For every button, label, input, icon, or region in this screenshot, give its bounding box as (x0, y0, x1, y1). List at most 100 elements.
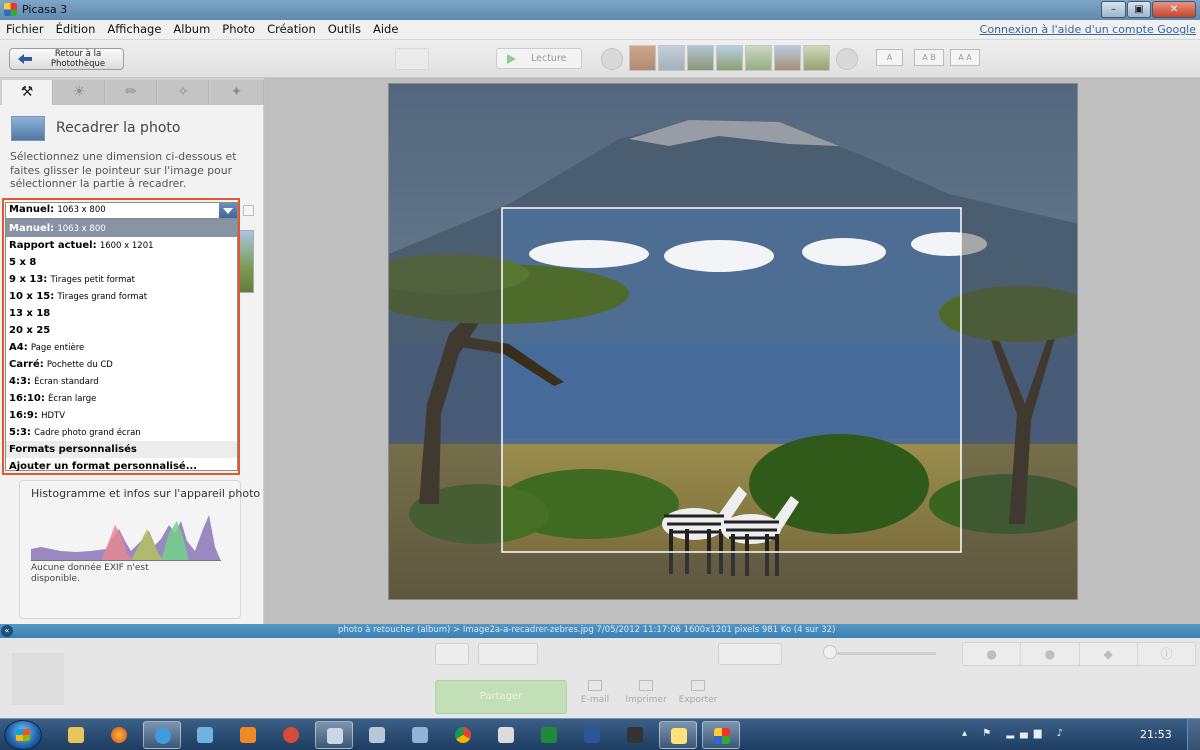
tab-effects[interactable]: ✏ (106, 80, 157, 105)
window-title: Picasa 3 (22, 3, 68, 16)
effects2-icon: ✦ (230, 84, 243, 100)
photo-canvas[interactable] (388, 83, 1078, 600)
export-icon (691, 680, 705, 691)
window-titlebar: Picasa 3 – ▣ ✕ (0, 0, 1200, 20)
media-icon (240, 727, 256, 743)
taskbar-picasa[interactable] (702, 721, 740, 749)
taskbar-firefox[interactable] (100, 721, 138, 749)
histogram-panel: Histogramme et infos sur l'appareil phot… (19, 480, 260, 619)
menu-aide[interactable]: Aide (367, 20, 404, 36)
location-pin-icon[interactable]: ● (1021, 643, 1080, 665)
taskbar-media[interactable] (229, 721, 267, 749)
taskbar-excel[interactable] (530, 721, 568, 749)
app-icon (327, 728, 343, 744)
taskbar-app-11[interactable] (487, 721, 525, 749)
caption-style-1-button[interactable]: A (876, 49, 903, 66)
play-icon (507, 54, 516, 64)
word-icon (584, 727, 600, 743)
print-button[interactable]: Imprimer (621, 680, 671, 705)
star-button[interactable] (435, 643, 469, 665)
tab-even-more-effects[interactable]: ✦ (210, 80, 264, 105)
google-help-link[interactable]: Connexion à l'aide d'un compte Google (980, 23, 1196, 36)
rotate-buttons[interactable] (478, 643, 538, 665)
filmstrip (629, 45, 830, 72)
sun-icon: ☀ (72, 84, 86, 100)
crop-preview-thumb (238, 230, 254, 293)
photo-info: photo à retoucher (album) > Image2a-a-re… (338, 625, 836, 635)
menu-photo[interactable]: Photo (216, 20, 261, 36)
back-to-library-button[interactable]: Retour à la Photothèque (9, 48, 124, 70)
taskbar-word[interactable] (573, 721, 611, 749)
menu-creation[interactable]: Création (261, 20, 322, 36)
firefox-icon (111, 727, 127, 743)
tab-more-effects[interactable]: ✧ (158, 80, 209, 105)
zoom-slider-knob[interactable] (823, 645, 837, 659)
filmstrip-thumb[interactable] (629, 45, 656, 71)
zebra-photo (389, 84, 1077, 599)
info-icon[interactable]: ⓘ (1138, 643, 1195, 665)
next-photo-button[interactable] (836, 48, 858, 70)
taskbar-ie[interactable] (143, 721, 181, 749)
filmstrip-thumb[interactable] (716, 45, 743, 71)
export-button[interactable]: Exporter (673, 680, 723, 705)
system-tray-icons[interactable]: ▴ ⚑ ▂▄▆ ♪ (962, 728, 1069, 739)
app-icon (671, 728, 687, 744)
email-button[interactable]: E-mail (570, 680, 620, 705)
exif-note: Aucune donnée EXIF n'est disponible. (31, 563, 149, 584)
share-button[interactable]: Partager (435, 680, 567, 714)
picasa-icon (714, 728, 730, 744)
tab-tuning[interactable]: ☀ (54, 80, 105, 105)
app-icon (412, 727, 428, 743)
close-button[interactable]: ✕ (1152, 1, 1196, 18)
caption-style-3-button[interactable]: A A (950, 49, 980, 66)
edit-panel: ⚒ ☀ ✏ ✧ ✦ Recadrer la photo Sélectionnez… (0, 78, 264, 624)
taskbar-chrome[interactable] (444, 721, 482, 749)
menu-album[interactable]: Album (167, 20, 216, 36)
filmstrip-thumb[interactable] (745, 45, 772, 71)
filmstrip-thumb[interactable] (803, 45, 830, 71)
menu-affichage[interactable]: Affichage (101, 20, 167, 36)
view-mode-buttons[interactable] (718, 643, 782, 665)
app-icon (283, 727, 299, 743)
taskbar-app-14[interactable] (616, 721, 654, 749)
collage-icon[interactable] (395, 48, 429, 70)
taskbar-app-6[interactable] (272, 721, 310, 749)
taskbar-app-8[interactable] (358, 721, 396, 749)
photo-viewer (265, 78, 1200, 624)
taskbar-app-7[interactable] (315, 721, 353, 749)
tag-icon[interactable]: ◆ (1080, 643, 1138, 665)
tray-thumbnail[interactable] (12, 653, 64, 705)
back-button-label: Retour à la Photothèque (50, 49, 106, 69)
menu-outils[interactable]: Outils (322, 20, 367, 36)
filmstrip-thumb[interactable] (774, 45, 801, 71)
crop-option-checkbox[interactable] (243, 205, 254, 216)
filmstrip-thumb[interactable] (658, 45, 685, 71)
menu-edition[interactable]: Édition (50, 20, 102, 36)
zoom-slider-track[interactable] (826, 652, 936, 655)
wrench-icon: ⚒ (20, 84, 34, 100)
previous-photo-button[interactable] (601, 48, 623, 70)
minimize-button[interactable]: – (1101, 1, 1126, 18)
taskbar-clock[interactable]: 21:53 (1140, 728, 1172, 741)
taskbar-app-15[interactable] (659, 721, 697, 749)
print-icon (639, 680, 653, 691)
filmstrip-thumb[interactable] (687, 45, 714, 71)
windows-taskbar: ▴ ⚑ ▂▄▆ ♪ 21:53 (0, 718, 1200, 750)
slideshow-button[interactable]: Lecture (496, 48, 582, 69)
taskbar-app-9[interactable] (401, 721, 439, 749)
menu-fichier[interactable]: Fichier (0, 20, 50, 36)
maximize-button[interactable]: ▣ (1127, 1, 1151, 18)
caption-style-2-button[interactable]: A B (914, 49, 944, 66)
collapse-tray-icon[interactable]: « (1, 625, 13, 637)
tab-basic-fixes[interactable]: ⚒ (2, 80, 53, 105)
show-desktop-button[interactable] (1187, 719, 1200, 750)
folder-icon (68, 727, 84, 743)
app-icon (369, 727, 385, 743)
chrome-icon (455, 727, 471, 743)
taskbar-app-4[interactable] (186, 721, 224, 749)
effects-icon: ✧ (177, 84, 189, 100)
histogram-title: Histogramme et infos sur l'appareil phot… (31, 487, 261, 500)
start-button[interactable] (4, 720, 42, 750)
taskbar-explorer[interactable] (57, 721, 95, 749)
person-icon[interactable]: ● (963, 643, 1022, 665)
